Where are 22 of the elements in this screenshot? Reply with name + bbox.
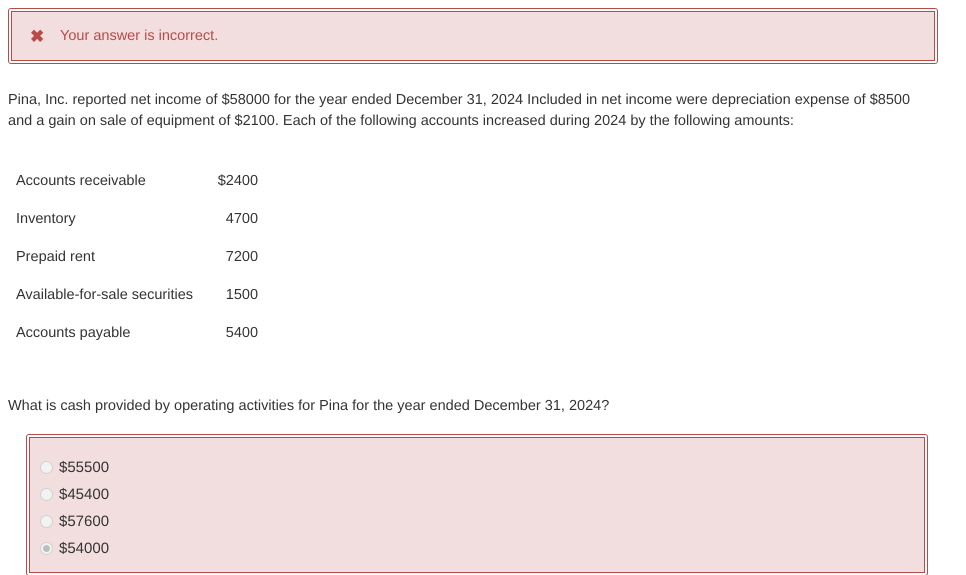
choice-label: $55500 (59, 459, 110, 476)
account-amount: 1500 (224, 286, 258, 305)
radio-button[interactable] (40, 515, 53, 528)
account-amount: 7200 (224, 248, 258, 267)
question-prompt: What is cash provided by operating activities for Pina for the year ended December 31, 2024? (8, 397, 610, 416)
choice-label: $57600 (59, 513, 110, 530)
choice-label: $45400 (59, 486, 110, 503)
account-name: Accounts receivable (16, 172, 147, 191)
choice-label: $54000 (59, 540, 110, 557)
account-name: Accounts payable (16, 324, 132, 343)
radio-button[interactable] (40, 488, 53, 501)
account-amount: $2400 (216, 172, 258, 191)
account-amount: 5400 (224, 324, 258, 343)
account-amount: 4700 (224, 210, 258, 229)
radio-button[interactable] (40, 542, 53, 555)
feedback-message: Your answer is incorrect. (60, 28, 218, 44)
radio-button[interactable] (40, 461, 53, 474)
cross-icon: ✖ (30, 28, 44, 44)
account-name: Inventory (16, 210, 77, 229)
question-text: Pina, Inc. reported net income of $58000 for the year ended December 31, 2024 Included in net income were depreciation expense of $8500 and a gain on sale of equipment of $2100. Each of the following accounts increased during 2024 by the following amounts: (8, 91, 912, 131)
account-name: Prepaid rent (16, 248, 96, 267)
account-name: Available-for-sale securities (16, 286, 194, 305)
